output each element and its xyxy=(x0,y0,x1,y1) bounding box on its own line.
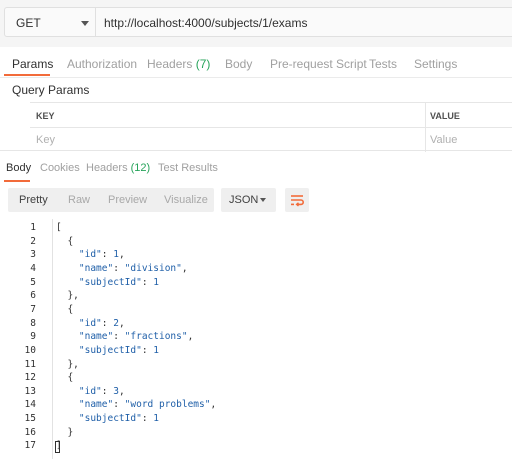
line-number: 5 xyxy=(30,276,36,288)
line-number: 1 xyxy=(30,222,36,233)
url-input[interactable]: http://localhost:4000/subjects/1/exams xyxy=(95,7,512,37)
code-line: "name": "word problems", xyxy=(78,399,217,411)
active-tab-indicator xyxy=(4,180,30,182)
code-line: "id": 3, xyxy=(78,385,125,397)
value-column-header: VALUE xyxy=(430,111,460,121)
tab-settings[interactable]: Settings xyxy=(414,57,457,71)
response-tab-test-results[interactable]: Test Results xyxy=(158,162,218,174)
code-line: [ xyxy=(56,222,62,233)
response-tab-body[interactable]: Body xyxy=(6,162,31,174)
code-line: "name": "division", xyxy=(78,262,188,274)
chevron-down-icon xyxy=(260,198,266,202)
tab-body[interactable]: Body xyxy=(225,57,252,71)
line-number: 7 xyxy=(30,303,36,315)
line-number: 14 xyxy=(24,399,36,411)
method-label: GET xyxy=(16,16,41,30)
url-text: http://localhost:4000/subjects/1/exams xyxy=(104,16,308,30)
preview-button[interactable]: Preview xyxy=(108,194,147,206)
visualize-button[interactable]: Visualize xyxy=(164,194,208,206)
line-number: 17 xyxy=(24,440,36,452)
line-number: 16 xyxy=(24,426,36,438)
code-line: { xyxy=(56,303,74,315)
request-tabs: Params Authorization Headers (7) Body Pr… xyxy=(0,52,512,76)
tab-tests[interactable]: Tests xyxy=(369,57,397,71)
response-toolbar: Pretty Raw Preview Visualize JSON xyxy=(0,183,512,218)
text-cursor xyxy=(55,441,60,453)
code-line: } xyxy=(56,426,74,438)
code-line: "id": 1, xyxy=(78,249,125,261)
line-number: 6 xyxy=(30,290,36,302)
raw-button[interactable]: Raw xyxy=(68,194,90,206)
code-line: }, xyxy=(56,290,79,302)
code-line: "subjectId": 1 xyxy=(78,413,159,425)
line-number: 10 xyxy=(24,344,36,356)
code-line: { xyxy=(56,235,74,247)
response-body-viewer[interactable]: 1 2 3 4 5 6 7 8 9 10 11 12 13 14 15 16 17 [ { "id": 1, "… xyxy=(0,219,512,461)
response-tab-headers[interactable]: Headers (12) xyxy=(86,162,150,174)
key-column-header: KEY xyxy=(36,111,55,121)
table-row: Key Value xyxy=(30,128,512,152)
code-line: "id": 2, xyxy=(78,317,125,329)
request-bar: GET http://localhost:4000/subjects/1/exa… xyxy=(0,0,512,47)
view-mode-group: Pretty Raw Preview Visualize xyxy=(8,188,214,212)
code-line: "subjectId": 1 xyxy=(78,276,159,288)
tab-pre-request-script[interactable]: Pre-request Script xyxy=(270,57,367,71)
code-line: "subjectId": 1 xyxy=(78,344,159,356)
line-number: 15 xyxy=(24,413,36,425)
line-number: 3 xyxy=(30,249,36,261)
response-tab-cookies[interactable]: Cookies xyxy=(40,162,80,174)
format-label: JSON xyxy=(229,194,259,206)
line-number: 12 xyxy=(24,372,36,384)
active-tab-indicator xyxy=(4,74,50,76)
tab-authorization[interactable]: Authorization xyxy=(67,57,137,71)
gutter-divider xyxy=(52,219,53,459)
line-number: 11 xyxy=(24,358,36,370)
line-number: 4 xyxy=(30,262,36,274)
line-number: 2 xyxy=(30,235,36,247)
pretty-button[interactable]: Pretty xyxy=(19,194,48,206)
column-divider xyxy=(425,103,426,152)
format-select[interactable]: JSON xyxy=(221,188,276,212)
divider xyxy=(0,77,512,78)
tab-headers[interactable]: Headers (7) xyxy=(147,57,210,71)
line-number: 8 xyxy=(30,317,36,329)
method-select[interactable]: GET xyxy=(4,7,96,37)
query-params-table: KEY VALUE Key Value xyxy=(30,102,512,152)
code-line: }, xyxy=(56,358,79,370)
code-line: { xyxy=(56,372,74,384)
table-header: KEY VALUE xyxy=(30,103,512,128)
code-line: "name": "fractions", xyxy=(78,331,194,343)
response-tabs: Body Cookies Headers (12) Test Results xyxy=(0,156,512,182)
wrap-lines-icon xyxy=(291,195,304,207)
line-number: 13 xyxy=(24,385,36,397)
wrap-lines-button[interactable] xyxy=(285,188,309,212)
query-params-title: Query Params xyxy=(12,83,90,97)
line-number: 9 xyxy=(30,331,36,343)
key-input[interactable]: Key xyxy=(36,134,55,146)
tab-params[interactable]: Params xyxy=(12,57,53,71)
divider xyxy=(0,150,512,151)
value-input[interactable]: Value xyxy=(430,134,457,146)
chevron-down-icon xyxy=(81,21,89,26)
